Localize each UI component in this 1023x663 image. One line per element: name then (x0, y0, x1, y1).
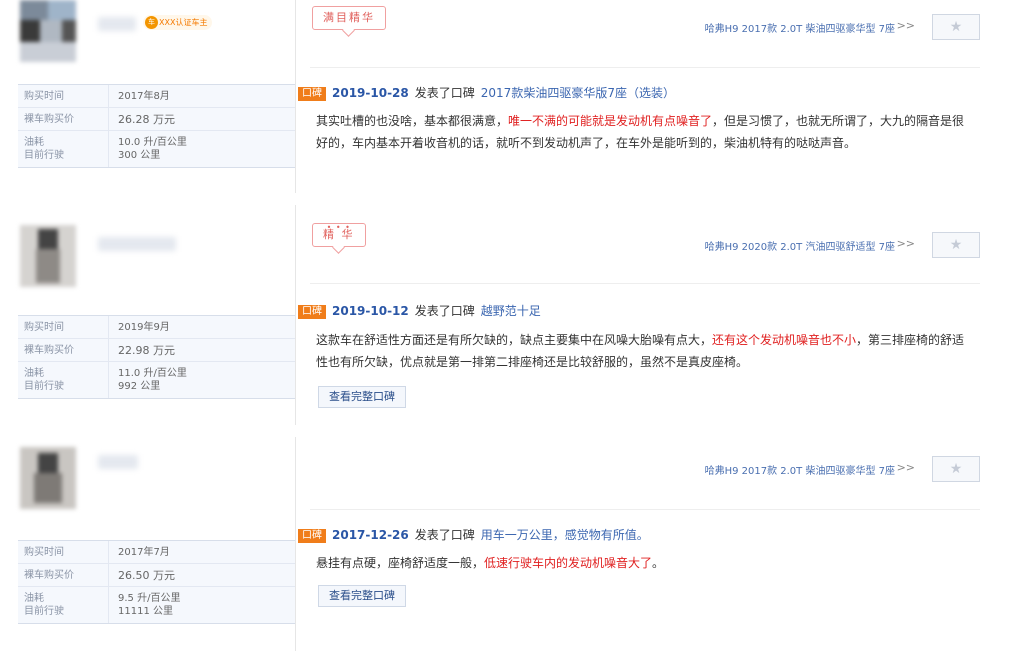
highlight-text: 唯一不满的可能就是发动机有点噪音了 (508, 114, 713, 128)
info-row-fuel-mileage: 油耗 目前行驶 10.0 升/百公里 300 公里 (18, 131, 295, 167)
car-model-link[interactable]: 哈弗H9 2017款 2.0T 柴油四驱豪华型 7座 (705, 462, 895, 477)
user-avatar[interactable] (20, 0, 76, 62)
review-title-link[interactable]: 2017款柴油四驱豪华版7座（选装） (481, 86, 675, 100)
user-avatar[interactable] (20, 447, 76, 509)
review-item: 购买时间 2019年9月 裸车购买价 22.98 万元 油耗 目前行驶 11.0… (0, 205, 1023, 437)
info-row-fuel-mileage: 油耗 目前行驶 9.5 升/百公里 11111 公里 (18, 587, 295, 623)
car-model-link[interactable]: 哈弗H9 2017款 2.0T 柴油四驱豪华型 7座 (705, 20, 895, 35)
star-icon: ★ (949, 19, 963, 35)
review-body: 悬挂有点硬，座椅舒适度一般，低速行驶车内的发动机噪音大了。 (316, 556, 665, 570)
posted-label: 发表了口碑 (414, 528, 475, 542)
author-panel: 车 XXX认证车主 购买时间 2017年8月 裸车购买价 26.28 万元 油耗… (18, 0, 295, 205)
purchase-info-table: 购买时间 2019年9月 裸车购买价 22.98 万元 油耗 目前行驶 11.0… (18, 315, 295, 399)
review-body: 这款车在舒适性方面还是有所欠缺的，缺点主要集中在风噪大胎噪有点大，还有这个发动机… (316, 333, 965, 369)
highlight-text: 低速行驶车内的发动机噪音大了 (484, 556, 653, 570)
author-panel: 购买时间 2017年7月 裸车购买价 26.50 万元 油耗 目前行驶 9.5 … (18, 437, 295, 663)
review-date: 2017-12-26 (332, 528, 409, 542)
purchase-info-table: 购买时间 2017年7月 裸车购买价 26.50 万元 油耗 目前行驶 9.5 … (18, 540, 295, 624)
review-title-link[interactable]: 用车一万公里，感觉物有所值。 (481, 528, 649, 542)
separator-line (310, 283, 980, 284)
user-avatar[interactable] (20, 225, 76, 287)
info-row-purchase-date: 购买时间 2017年7月 (18, 541, 295, 564)
info-row-price: 裸车购买价 22.98 万元 (18, 339, 295, 362)
review-date: 2019-10-28 (332, 86, 409, 100)
essence-tag: 满目精华 (312, 6, 386, 30)
column-divider (295, 437, 296, 651)
username[interactable] (98, 455, 138, 469)
star-icon: ★ (949, 237, 963, 253)
info-row-price: 裸车购买价 26.50 万元 (18, 564, 295, 587)
info-row-price: 裸车购买价 26.28 万元 (18, 108, 295, 131)
posted-label: 发表了口碑 (414, 86, 475, 100)
separator-line (310, 509, 980, 510)
separator-line (310, 67, 980, 68)
info-row-purchase-date: 购买时间 2019年9月 (18, 316, 295, 339)
view-full-review-button[interactable]: 查看完整口碑 (318, 585, 406, 607)
essence-tag: • • • 精 华 (312, 223, 366, 247)
chevron-right-icon[interactable]: >> (897, 461, 915, 474)
certified-owner-badge: 车 XXX认证车主 (143, 15, 213, 30)
posted-label: 发表了口碑 (414, 304, 475, 318)
koubei-tag: 口碑 (298, 529, 326, 543)
username[interactable] (98, 17, 136, 31)
column-divider (295, 205, 296, 425)
car-model-link[interactable]: 哈弗H9 2020款 2.0T 汽油四驱舒适型 7座 (705, 238, 895, 253)
koubei-tag: 口碑 (298, 87, 326, 101)
highlight-text: 还有这个发动机噪音也不小 (712, 333, 857, 347)
info-row-fuel-mileage: 油耗 目前行驶 11.0 升/百公里 992 公里 (18, 362, 295, 398)
review-item: 车 XXX认证车主 购买时间 2017年8月 裸车购买价 26.28 万元 油耗… (0, 0, 1023, 205)
review-header: 口碑 2017-12-26 发表了口碑 用车一万公里，感觉物有所值。 (298, 526, 649, 544)
star-icon: ★ (949, 461, 963, 477)
author-panel: 购买时间 2019年9月 裸车购买价 22.98 万元 油耗 目前行驶 11.0… (18, 205, 295, 437)
chevron-right-icon[interactable]: >> (897, 19, 915, 32)
username[interactable] (98, 237, 176, 251)
review-date: 2019-10-12 (332, 304, 409, 318)
review-title-link[interactable]: 越野范十足 (481, 304, 541, 318)
koubei-tag: 口碑 (298, 305, 326, 319)
favorite-star-button[interactable]: ★ (932, 232, 980, 258)
chevron-right-icon[interactable]: >> (897, 237, 915, 250)
review-item: 购买时间 2017年7月 裸车购买价 26.50 万元 油耗 目前行驶 9.5 … (0, 437, 1023, 663)
review-header: 口碑 2019-10-12 发表了口碑 越野范十足 (298, 302, 541, 320)
review-body: 其实吐槽的也没啥，基本都很满意，唯一不满的可能就是发动机有点噪音了，但是习惯了，… (316, 114, 965, 150)
purchase-info-table: 购买时间 2017年8月 裸车购买价 26.28 万元 油耗 目前行驶 10.0… (18, 84, 295, 168)
favorite-star-button[interactable]: ★ (932, 456, 980, 482)
column-divider (295, 0, 296, 193)
favorite-star-button[interactable]: ★ (932, 14, 980, 40)
owner-coin-icon: 车 (145, 16, 158, 29)
info-row-purchase-date: 购买时间 2017年8月 (18, 85, 295, 108)
review-header: 口碑 2019-10-28 发表了口碑 2017款柴油四驱豪华版7座（选装） (298, 84, 675, 102)
view-full-review-button[interactable]: 查看完整口碑 (318, 386, 406, 408)
